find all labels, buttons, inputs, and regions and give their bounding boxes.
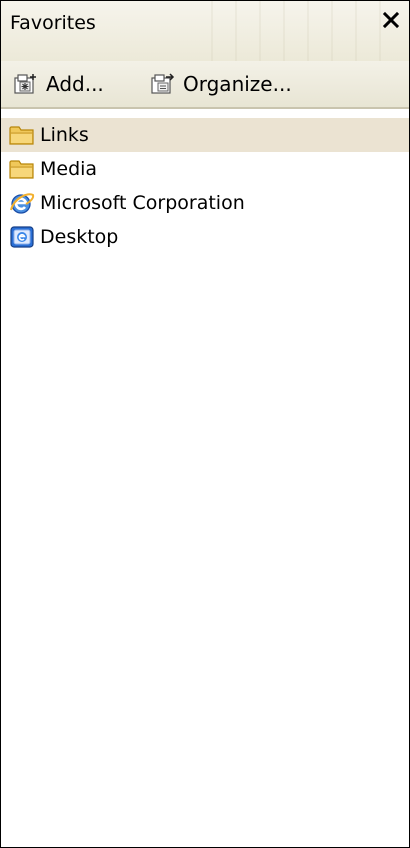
favorite-item-label: Links — [40, 124, 89, 146]
add-button[interactable]: Add... — [14, 69, 104, 99]
organize-button[interactable]: Organize... — [151, 69, 292, 99]
folder-icon — [9, 126, 34, 145]
favorite-item-label: Desktop — [40, 226, 119, 248]
favorite-item-microsoft-corporation[interactable]: Microsoft Corporation — [1, 186, 409, 220]
favorite-item-label: Microsoft Corporation — [40, 192, 245, 214]
close-icon — [382, 11, 400, 29]
add-button-label: Add... — [46, 72, 104, 96]
desktop-shortcut-icon — [10, 226, 34, 248]
close-button[interactable] — [376, 5, 406, 35]
favorite-item-label: Media — [40, 158, 98, 180]
add-favorite-icon — [14, 74, 36, 94]
favorite-item-media[interactable]: Media — [1, 152, 409, 186]
panel-title: Favorites — [10, 12, 96, 34]
favorite-item-desktop[interactable]: Desktop — [1, 220, 409, 254]
favorites-panel: Favorites Add... Organize... Links Media… — [0, 0, 410, 848]
favorite-item-links[interactable]: Links — [1, 118, 409, 152]
header-background-pattern — [211, 1, 391, 61]
organize-button-label: Organize... — [183, 72, 292, 96]
panel-header: Favorites — [1, 1, 409, 62]
folder-icon — [9, 160, 34, 179]
organize-favorites-icon — [151, 73, 175, 94]
internet-explorer-icon — [10, 193, 35, 214]
favorites-toolbar: Add... Organize... — [1, 61, 409, 109]
